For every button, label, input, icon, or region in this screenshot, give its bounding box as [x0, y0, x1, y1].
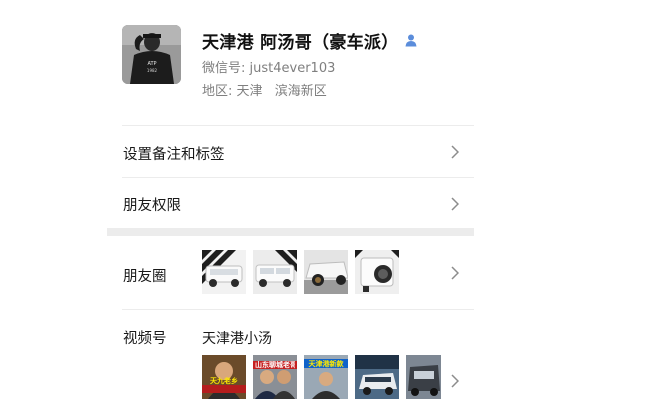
video-caption: 天九老乡 [210, 377, 238, 385]
wechat-id-value: just4ever103 [249, 61, 336, 76]
chevron-right-icon [451, 196, 460, 215]
wechat-id-line: 微信号: just4ever103 [202, 57, 335, 76]
moments-photo[interactable] [253, 250, 297, 294]
region-district: 滨海新区 [274, 84, 327, 99]
channels-video-thumb[interactable]: 天津港新款 [304, 355, 348, 399]
svg-text:ATP: ATP [147, 61, 156, 67]
video-caption: 天津港新款 [308, 360, 344, 368]
channels-label: 视频号 [123, 331, 167, 347]
moments-photo[interactable] [202, 250, 246, 294]
friend-permissions-label: 朋友权限 [123, 198, 181, 214]
section-gap [107, 228, 474, 236]
person-icon [405, 34, 417, 47]
wechat-id-label: 微信号: [202, 61, 246, 76]
channels-account-name: 天津港小汤 [202, 331, 272, 347]
channels-video-thumb[interactable] [406, 355, 441, 399]
friend-permissions-row[interactable]: 朋友权限 [107, 178, 474, 228]
region-city: 天津 [236, 84, 263, 99]
svg-text:1982: 1982 [147, 68, 158, 73]
contact-profile-panel: ATP 1982 天津港 阿汤哥（豪车派） 微信号: just4ever103 … [107, 0, 474, 415]
moments-photo[interactable] [355, 250, 399, 294]
channels-video-thumb[interactable]: 天九老乡 [202, 355, 246, 399]
set-remark-tags-row[interactable]: 设置备注和标签 [107, 126, 474, 177]
video-caption: 山东聊城老哥 [255, 361, 295, 369]
chevron-right-icon [451, 265, 460, 284]
channels-video-thumb[interactable] [355, 355, 399, 399]
moments-label: 朋友圈 [123, 269, 167, 285]
region-line: 地区: 天津 滨海新区 [202, 80, 327, 99]
chevron-right-icon [451, 144, 460, 163]
name-row: 天津港 阿汤哥（豪车派） [202, 27, 417, 53]
avatar[interactable]: ATP 1982 [122, 25, 181, 84]
chevron-right-icon [451, 373, 460, 392]
region-label: 地区: [202, 84, 233, 99]
contact-name: 天津港 阿汤哥（豪车派） [202, 32, 399, 53]
set-remark-tags-label: 设置备注和标签 [123, 147, 225, 163]
profile-header: ATP 1982 天津港 阿汤哥（豪车派） 微信号: just4ever103 … [107, 0, 474, 126]
channels-video-thumb[interactable]: 山东聊城老哥 [253, 355, 297, 399]
moments-photo[interactable] [304, 250, 348, 294]
